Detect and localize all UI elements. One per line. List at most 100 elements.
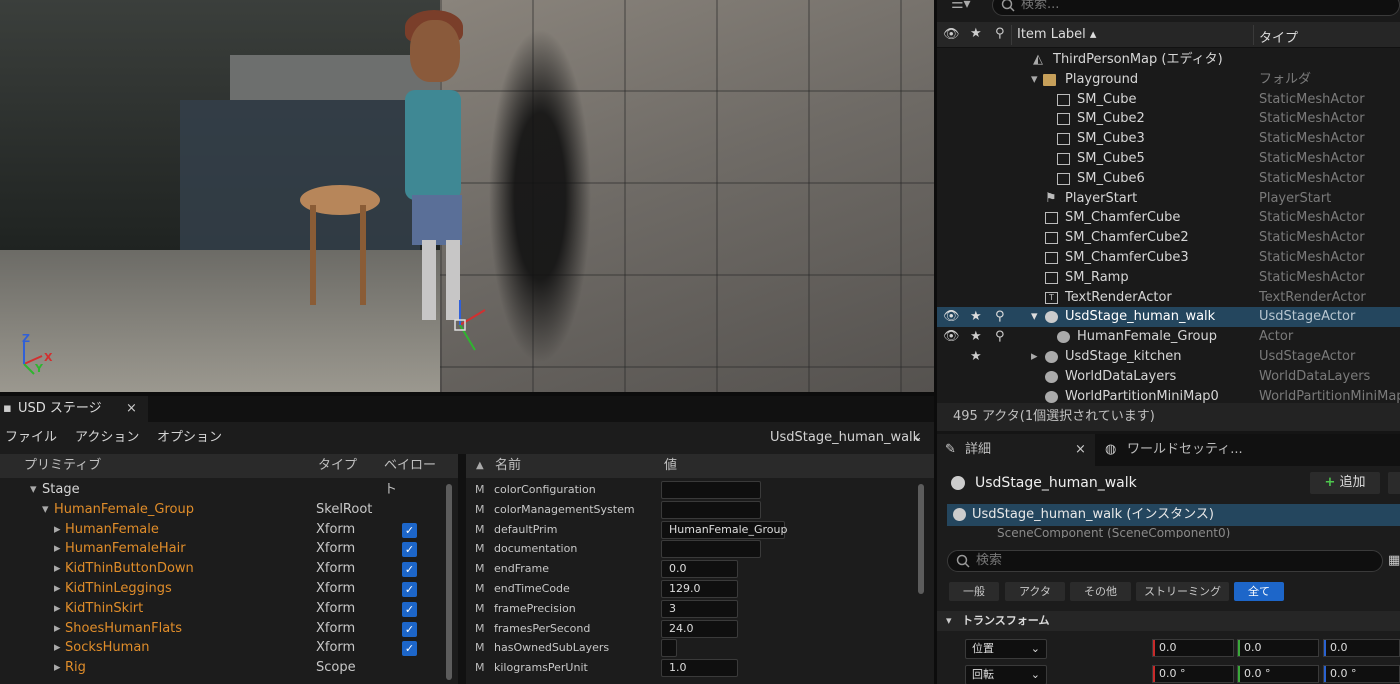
property-value-field[interactable]: 0.0 — [661, 560, 738, 579]
filter-streaming[interactable]: ストリーミング — [1136, 582, 1229, 601]
bake-checkbox[interactable]: ✓ — [402, 601, 417, 617]
panel-splitter[interactable] — [0, 392, 934, 396]
chevron-down-icon[interactable]: ⌄ — [912, 424, 923, 452]
prim-row[interactable]: ▸ KidThinButtonDown Xform ✓ — [0, 559, 458, 579]
type-column[interactable]: タイプ — [1259, 27, 1298, 46]
property-checkbox[interactable] — [661, 639, 677, 658]
bake-checkbox[interactable]: ✓ — [402, 641, 417, 657]
expand-arrow-icon[interactable]: ▾ — [30, 480, 37, 500]
outliner-row[interactable]: SM_Ramp StaticMeshActor — [937, 268, 1400, 288]
column-divider[interactable] — [1011, 25, 1012, 45]
prim-row[interactable]: ▸ Rig Scope — [0, 658, 458, 678]
pin-column-icon[interactable]: ⚲ — [995, 26, 1005, 41]
property-value-field[interactable] — [661, 540, 761, 559]
star-icon[interactable]: ★ — [970, 327, 982, 347]
character-body[interactable] — [405, 90, 461, 200]
menu-options[interactable]: オプション — [157, 424, 222, 452]
property-value-field[interactable]: 3 — [661, 599, 738, 618]
outliner-row[interactable]: SM_Cube StaticMeshActor — [937, 90, 1400, 110]
visibility-column-icon[interactable]: 👁 — [943, 27, 960, 42]
menu-action[interactable]: アクション — [75, 424, 139, 452]
outliner-row[interactable]: ⚑ PlayerStart PlayerStart — [937, 189, 1400, 209]
visibility-eye-icon[interactable]: 👁 — [943, 327, 960, 347]
property-scrollbar[interactable] — [918, 484, 924, 594]
prim-row[interactable]: ▾ HumanFemale_Group SkelRoot — [0, 500, 458, 520]
prim-row[interactable]: ▸ HumanFemaleHair Xform ✓ — [0, 539, 458, 559]
component-tree-root[interactable]: UsdStage_human_walk (インスタンス) — [947, 504, 1400, 526]
outliner-row[interactable]: T TextRenderActor TextRenderActor — [937, 288, 1400, 308]
star-icon[interactable]: ★ — [970, 307, 982, 327]
star-icon[interactable]: ★ — [970, 347, 982, 367]
outliner-row[interactable]: SM_ChamferCube StaticMeshActor — [937, 208, 1400, 228]
close-icon[interactable]: × — [126, 396, 137, 422]
property-value-field[interactable] — [661, 500, 761, 519]
stage-selector[interactable]: UsdStage_human_walk — [770, 424, 920, 452]
prim-row[interactable]: ▸ SocksHuman Xform ✓ — [0, 638, 458, 658]
tab-world-settings[interactable]: ◍ ワールドセッティ... — [1103, 434, 1400, 466]
location-y-field[interactable]: 0.0 — [1237, 639, 1319, 657]
panel-splitter[interactable] — [458, 454, 466, 684]
pin-icon[interactable]: ⚲ — [995, 327, 1005, 347]
grid-view-icon[interactable]: ▦ — [1388, 553, 1400, 568]
collapse-arrow-icon[interactable]: ▸ — [54, 579, 61, 599]
panel-splitter[interactable] — [934, 0, 937, 684]
prim-row[interactable]: ▸ ShoesHumanFlats Xform ✓ — [0, 619, 458, 639]
collapse-arrow-icon[interactable]: ▸ — [54, 619, 61, 639]
menu-file[interactable]: ファイル — [5, 424, 57, 452]
filter-icon[interactable]: ☰▾ — [951, 0, 971, 12]
outliner-row[interactable]: SM_Cube2 StaticMeshActor — [937, 109, 1400, 129]
expand-arrow-icon[interactable]: ▾ — [1031, 70, 1038, 90]
location-mode-select[interactable]: 位置 ⌄ — [965, 639, 1047, 659]
rotation-y-field[interactable]: 0.0 ° — [1237, 665, 1319, 683]
outliner-row[interactable]: WorldDataLayers WorldDataLayers — [937, 367, 1400, 387]
rotation-mode-select[interactable]: 回転 ⌄ — [965, 665, 1047, 684]
outliner-search-input[interactable]: 検索... — [992, 0, 1400, 16]
prim-row[interactable]: ▾ Stage — [0, 480, 458, 500]
filter-actor[interactable]: アクタ — [1005, 582, 1065, 601]
sort-arrow-icon[interactable]: ▲ — [476, 454, 484, 478]
details-search-input[interactable]: 検索 — [947, 550, 1383, 572]
outliner-row[interactable]: SM_Cube5 StaticMeshActor — [937, 149, 1400, 169]
bake-checkbox[interactable]: ✓ — [402, 581, 417, 597]
expand-arrow-icon[interactable]: ▾ — [42, 500, 49, 520]
outliner-row-selected[interactable]: 👁 ★ ⚲ ▾ UsdStage_human_walk UsdStageActor — [937, 307, 1400, 328]
property-value-field[interactable] — [661, 481, 761, 499]
collapse-arrow-icon[interactable]: ▸ — [54, 599, 61, 619]
bake-checkbox[interactable]: ✓ — [402, 522, 417, 538]
outliner-row[interactable]: ★ ▸ UsdStage_kitchen UsdStageActor — [937, 347, 1400, 367]
type-column[interactable]: タイプ — [318, 454, 357, 478]
transform-gizmo[interactable] — [440, 300, 490, 355]
filter-misc[interactable]: その他 — [1070, 582, 1131, 601]
bake-checkbox[interactable]: ✓ — [402, 542, 417, 558]
outliner-row[interactable]: ◭ ThirdPersonMap (エディタ) — [937, 50, 1400, 70]
property-value-field[interactable]: 1.0 — [661, 659, 738, 678]
column-divider[interactable] — [1253, 25, 1254, 45]
bake-checkbox[interactable]: ✓ — [402, 562, 417, 578]
rotation-z-field[interactable]: 0.0 ° — [1323, 665, 1400, 683]
star-column-icon[interactable]: ★ — [970, 26, 982, 41]
usd-stage-tab[interactable]: ▪ USD ステージ × — [0, 396, 148, 422]
outliner-row[interactable]: SM_Cube6 StaticMeshActor — [937, 169, 1400, 189]
property-value-field[interactable]: HumanFemale_Group — [661, 520, 787, 539]
collapse-arrow-icon[interactable]: ▸ — [54, 638, 61, 658]
level-viewport[interactable]: X Y Z — [0, 0, 934, 392]
blueprint-button[interactable] — [1388, 472, 1400, 494]
collapse-arrow-icon[interactable]: ▸ — [54, 658, 61, 678]
prim-row[interactable]: ▸ HumanFemale Xform ✓ — [0, 520, 458, 540]
filter-all[interactable]: 全て — [1234, 582, 1284, 601]
visibility-eye-icon[interactable]: 👁 — [943, 307, 960, 327]
outliner-row[interactable]: 👁 ★ ⚲ HumanFemale_Group Actor — [937, 327, 1400, 347]
location-z-field[interactable]: 0.0 — [1323, 639, 1400, 657]
outliner-row[interactable]: ▾ Playground フォルダ — [937, 70, 1400, 90]
pin-icon[interactable]: ⚲ — [995, 307, 1005, 327]
collapse-arrow-icon[interactable]: ▸ — [1031, 347, 1038, 367]
name-column[interactable]: 名前 — [495, 454, 521, 478]
outliner-row[interactable]: SM_Cube3 StaticMeshActor — [937, 129, 1400, 149]
property-value-field[interactable]: 129.0 — [661, 579, 738, 598]
expand-arrow-icon[interactable]: ▾ — [1031, 307, 1038, 327]
filter-general[interactable]: 一般 — [949, 582, 999, 601]
add-component-button[interactable]: + 追加 — [1310, 472, 1380, 494]
close-icon[interactable]: × — [1075, 434, 1086, 466]
prim-row[interactable]: ▸ KidThinLeggings Xform ✓ — [0, 579, 458, 599]
rotation-x-field[interactable]: 0.0 ° — [1152, 665, 1234, 683]
